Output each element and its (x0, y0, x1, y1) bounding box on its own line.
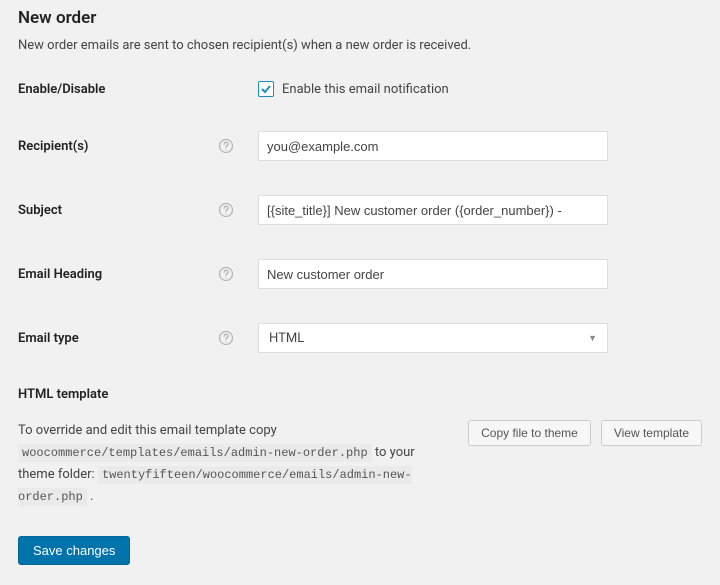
label-heading: Email Heading (18, 267, 218, 282)
template-section-heading: HTML template (18, 387, 702, 402)
help-icon[interactable] (218, 202, 234, 218)
template-row: To override and edit this email template… (18, 420, 702, 508)
save-button[interactable]: Save changes (18, 536, 130, 565)
help-icon[interactable] (218, 330, 234, 346)
row-heading: Email Heading (18, 259, 702, 289)
template-text-after: . (90, 489, 93, 504)
row-enable: Enable/Disable Enable this email notific… (18, 81, 702, 97)
page-description: New order emails are sent to chosen reci… (18, 38, 702, 53)
label-subject: Subject (18, 203, 218, 218)
page-title: New order (18, 8, 702, 28)
template-text-before: To override and edit this email template… (18, 423, 277, 438)
label-enable: Enable/Disable (18, 82, 218, 97)
template-source-path: woocommerce/templates/emails/admin-new-o… (18, 444, 372, 462)
recipients-input[interactable] (258, 131, 608, 161)
enable-checkbox-wrap[interactable]: Enable this email notification (258, 81, 449, 97)
row-subject: Subject (18, 195, 702, 225)
label-recipients: Recipient(s) (18, 139, 218, 154)
copy-file-button[interactable]: Copy file to theme (468, 420, 591, 446)
enable-checkbox-label: Enable this email notification (282, 82, 449, 97)
heading-input[interactable] (258, 259, 608, 289)
subject-input[interactable] (258, 195, 608, 225)
row-type: Email type HTML ▼ (18, 323, 702, 353)
email-type-value: HTML (269, 331, 304, 346)
enable-checkbox[interactable] (258, 81, 274, 97)
template-button-group: Copy file to theme View template (468, 420, 702, 446)
help-icon[interactable] (218, 266, 234, 282)
chevron-down-icon: ▼ (588, 333, 597, 344)
view-template-button[interactable]: View template (601, 420, 702, 446)
email-type-select[interactable]: HTML ▼ (258, 323, 608, 353)
row-recipients: Recipient(s) (18, 131, 702, 161)
template-text: To override and edit this email template… (18, 420, 448, 508)
help-icon[interactable] (218, 138, 234, 154)
label-type: Email type (18, 331, 218, 346)
